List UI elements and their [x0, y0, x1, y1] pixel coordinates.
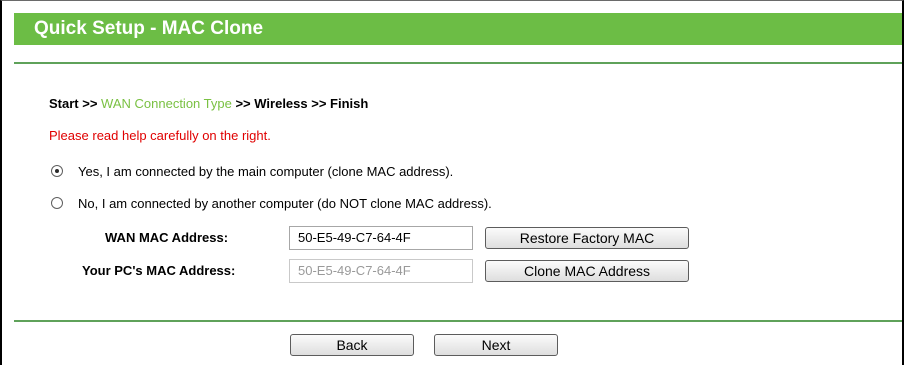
wan-mac-address-label: WAN MAC Address: — [105, 230, 229, 245]
back-button[interactable]: Back — [290, 334, 414, 356]
radio-clone-mac[interactable] — [51, 165, 63, 177]
clone-mac-option-label: Yes, I am connected by the main computer… — [78, 163, 454, 179]
breadcrumb-finish: Finish — [330, 96, 369, 111]
wan-mac-address-input[interactable]: 50-E5-49-C7-64-4F — [289, 226, 473, 250]
no-clone-mac-option-label: No, I am connected by another computer (… — [78, 195, 492, 211]
radio-no-clone-mac[interactable] — [51, 197, 63, 209]
breadcrumb-wireless: Wireless — [254, 96, 308, 111]
help-warning-text: Please read help carefully on the right. — [49, 128, 271, 143]
breadcrumb: Start >> WAN Connection Type >> Wireless… — [49, 96, 368, 111]
page-title: Quick Setup - MAC Clone — [14, 13, 902, 45]
no-clone-mac-option[interactable]: No, I am connected by another computer (… — [51, 194, 492, 212]
restore-factory-mac-button[interactable]: Restore Factory MAC — [485, 227, 689, 249]
breadcrumb-separator: >> — [78, 96, 102, 111]
bottom-divider — [14, 320, 902, 322]
pc-mac-address-label: Your PC's MAC Address: — [82, 263, 236, 278]
breadcrumb-current-wan-connection-type: WAN Connection Type — [101, 96, 232, 111]
clone-mac-address-button[interactable]: Clone MAC Address — [485, 260, 689, 282]
quick-setup-frame: Quick Setup - MAC Clone Start >> WAN Con… — [0, 0, 904, 365]
top-divider — [14, 62, 902, 64]
breadcrumb-start: Start — [49, 96, 79, 111]
breadcrumb-separator: >> — [307, 96, 331, 111]
next-button[interactable]: Next — [434, 334, 558, 356]
pc-mac-address-input: 50-E5-49-C7-64-4F — [289, 259, 473, 283]
breadcrumb-separator: >> — [231, 96, 255, 111]
clone-mac-option[interactable]: Yes, I am connected by the main computer… — [51, 162, 453, 180]
